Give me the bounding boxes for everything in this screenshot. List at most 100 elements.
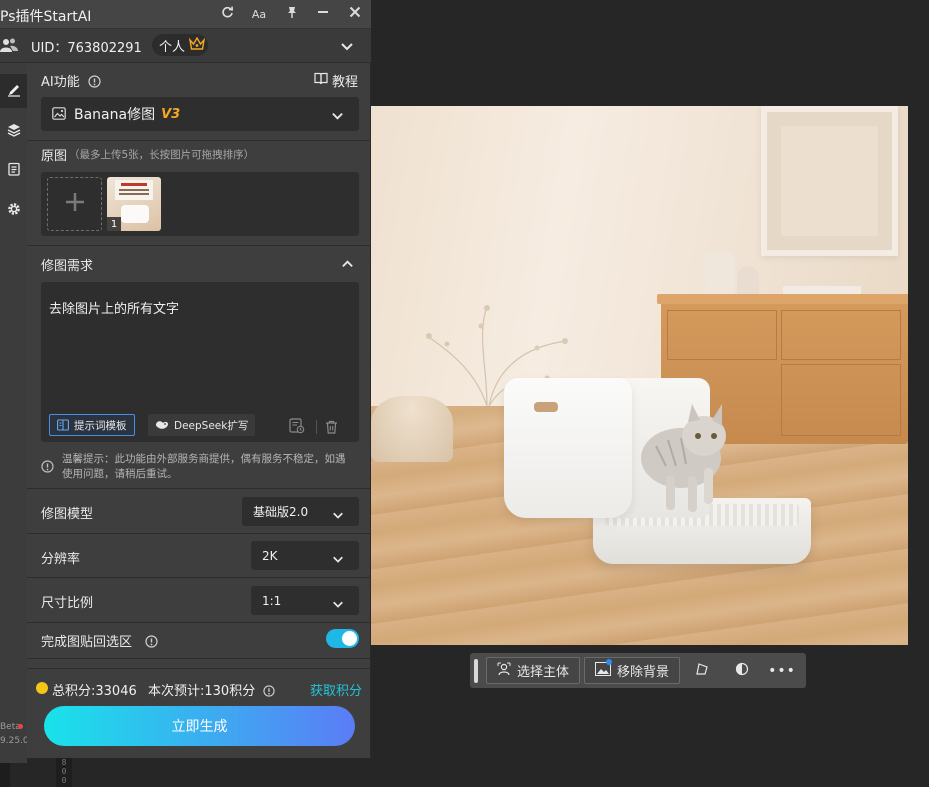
refresh-button[interactable] <box>217 4 237 24</box>
pin-icon <box>286 6 298 23</box>
model-label: 修图模型 <box>41 507 94 522</box>
user-bar: UID：763802291 个人 <box>0 29 371 63</box>
history-icon <box>289 418 305 438</box>
chevron-down-icon <box>331 107 344 126</box>
select-subject-button[interactable]: 选择主体 <box>486 657 581 684</box>
thumbnail-index: 1 <box>107 217 121 231</box>
chevron-down-icon <box>332 506 344 525</box>
user-menu-toggle[interactable] <box>340 38 354 57</box>
source-image-tray: 1 <box>41 172 359 236</box>
toolbar-drag-handle[interactable] <box>474 658 478 683</box>
generate-button[interactable]: 立即生成 <box>44 706 355 746</box>
deepseek-expand-button[interactable]: DeepSeek扩写 <box>148 414 256 436</box>
add-image-button[interactable] <box>47 177 102 231</box>
remove-background-label: 移除背景 <box>617 665 670 680</box>
service-notice: 温馨提示：此功能由外部服务商提供，偶有服务不稳定，如遇使用问题，请稍后重试。 <box>62 453 346 480</box>
model-select[interactable]: 基础版2.0 <box>242 497 359 526</box>
edit-request-label: 修图需求 <box>41 259 94 274</box>
refresh-icon <box>221 6 234 23</box>
contrast-icon <box>735 662 749 680</box>
button-separator <box>316 420 317 434</box>
more-options-button[interactable]: ••• <box>764 657 800 684</box>
pencil-icon <box>7 82 21 101</box>
rail-edit-tab[interactable] <box>0 74 27 108</box>
remove-background-button[interactable]: 移除背景 <box>584 657 681 684</box>
model-value: 基础版2.0 <box>253 505 309 519</box>
clear-prompt-button[interactable] <box>325 419 338 438</box>
plan-badge[interactable]: 个人 <box>152 34 208 56</box>
close-icon <box>349 6 361 22</box>
canvas-photo[interactable] <box>371 106 908 645</box>
prompt-text: 去除图片上的所有文字 <box>49 302 180 317</box>
version-number: 9.25.0 <box>0 736 29 746</box>
uid-label: UID：763802291 <box>31 41 142 56</box>
select-subject-label: 选择主体 <box>517 665 570 680</box>
canvas-floating-toolbar: 选择主体 移除背景 ••• <box>470 653 806 688</box>
crop-transform-icon <box>695 662 709 680</box>
person-select-icon <box>497 662 511 680</box>
minimize-button[interactable] <box>313 4 333 24</box>
tutorial-label: 教程 <box>332 75 359 90</box>
ruler-mark: 8 <box>61 758 67 767</box>
estimated-credits: 本次预计:130积分 <box>148 684 256 699</box>
prompt-template-button[interactable]: 提示词模板 <box>49 414 135 436</box>
pin-button[interactable] <box>282 4 302 24</box>
deepseek-expand-label: DeepSeek扩写 <box>174 419 249 432</box>
generate-label: 立即生成 <box>171 719 228 735</box>
section-divider <box>27 658 371 659</box>
users-icon <box>0 36 18 58</box>
prompt-textarea[interactable]: 去除图片上的所有文字 提示词模板 DeepSeek扩写 <box>41 282 359 442</box>
section-divider <box>27 488 371 489</box>
section-divider <box>27 245 371 246</box>
source-image-hint: （最多上传5张，长按图片可拖拽排序） <box>69 149 255 161</box>
resolution-value: 2K <box>262 548 278 563</box>
paste-back-toggle[interactable] <box>326 629 359 648</box>
toggle-knob <box>342 631 357 646</box>
book-icon <box>314 72 328 89</box>
image-icon <box>52 105 66 124</box>
aspect-ratio-select[interactable]: 1:1 <box>251 586 359 615</box>
rail-settings-tab[interactable] <box>0 193 27 227</box>
rail-tasks-tab[interactable] <box>0 153 27 187</box>
ai-function-label: AI功能 <box>41 75 80 90</box>
aspect-ratio-label: 尺寸比例 <box>41 596 94 611</box>
coin-icon <box>36 682 48 694</box>
deepseek-icon <box>155 416 169 435</box>
plan-label: 个人 <box>159 39 186 55</box>
prompt-template-label: 提示词模板 <box>74 419 127 432</box>
total-credits: 总积分:33046 <box>52 684 137 699</box>
photo-stool <box>371 396 453 462</box>
info-icon[interactable] <box>263 682 275 701</box>
history-button[interactable] <box>289 418 305 438</box>
plugin-side-rail <box>0 63 27 763</box>
source-thumbnail[interactable]: 1 <box>107 177 161 231</box>
resolution-label: 分辨率 <box>41 552 81 567</box>
ruler-mark: 0 <box>61 767 67 776</box>
info-icon[interactable] <box>88 73 101 92</box>
tutorial-link[interactable]: 教程 <box>314 71 358 90</box>
font-size-button[interactable]: Aa <box>249 4 269 24</box>
get-credits-link[interactable]: 获取积分 <box>310 680 362 699</box>
contrast-button[interactable] <box>724 657 760 684</box>
photo-litter-box <box>504 378 632 518</box>
section-divider <box>27 577 371 578</box>
ai-tool-version: V3 <box>161 106 181 122</box>
section-divider <box>27 668 371 669</box>
close-button[interactable] <box>345 4 365 24</box>
crop-transform-button[interactable] <box>684 657 720 684</box>
info-icon[interactable] <box>145 633 158 652</box>
ruler-mark: 0 <box>61 776 67 785</box>
info-icon <box>41 458 54 477</box>
resolution-select[interactable]: 2K <box>251 541 359 570</box>
plus-icon <box>64 191 86 217</box>
font-size-icon: Aa <box>251 7 267 21</box>
template-icon <box>57 416 69 435</box>
aspect-ratio-value: 1:1 <box>262 593 282 608</box>
chevron-down-icon <box>340 38 354 57</box>
rail-layers-tab[interactable] <box>0 114 27 148</box>
ai-tool-select[interactable]: Banana修图 V3 <box>41 97 359 131</box>
ai-tool-name: Banana修图 <box>74 107 156 123</box>
plugin-title-bar[interactable]: Ps插件StartAI Aa <box>0 0 371 29</box>
photo-cat <box>641 404 726 512</box>
collapse-edit-request[interactable] <box>341 256 354 275</box>
